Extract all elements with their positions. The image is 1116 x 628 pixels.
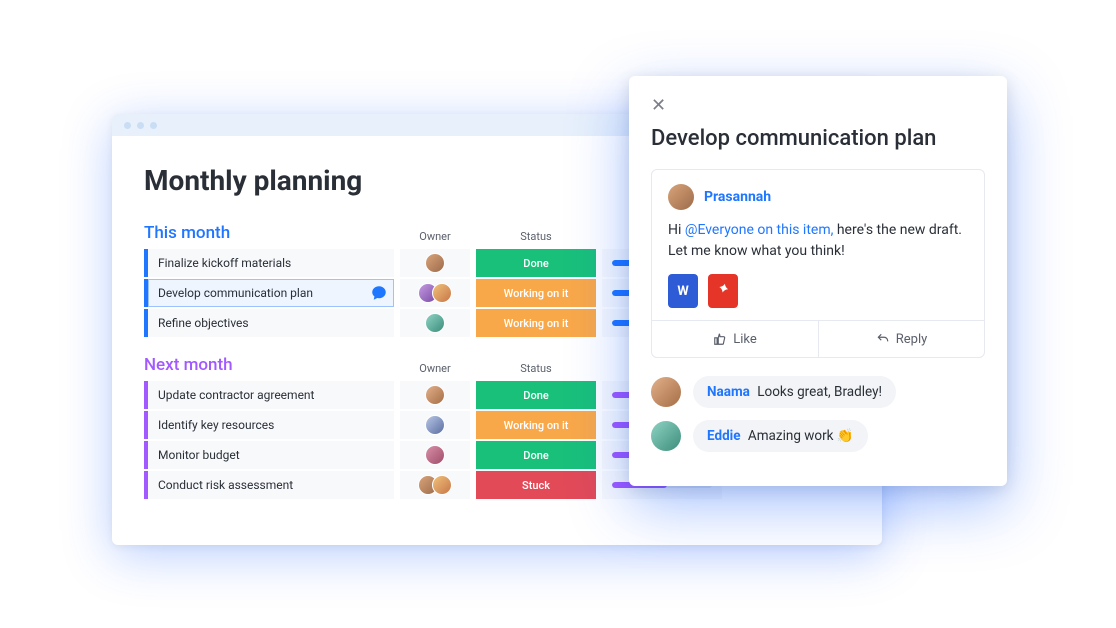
reply-author[interactable]: Eddie [707, 428, 741, 444]
owner-cell[interactable] [400, 381, 470, 409]
column-header-status: Status [476, 362, 596, 375]
avatar[interactable] [432, 475, 452, 495]
task-name: Identify key resources [158, 418, 274, 432]
window-control-dot[interactable] [137, 122, 144, 129]
task-name: Refine objectives [158, 316, 249, 330]
owner-cell[interactable] [400, 309, 470, 337]
close-icon[interactable]: ✕ [651, 95, 666, 116]
avatar[interactable] [425, 253, 445, 273]
thumbs-up-icon [713, 332, 727, 346]
pdf-doc-icon[interactable] [708, 274, 738, 308]
group-title[interactable]: Next month [144, 355, 394, 375]
comment-text: Hi @Everyone on this item, here's the ne… [668, 220, 968, 262]
task-name: Finalize kickoff materials [158, 256, 291, 270]
reply-row: Eddie Amazing work 👏 [651, 420, 985, 452]
reply-arrow-icon [876, 332, 890, 346]
status-cell[interactable]: Working on it [476, 279, 596, 307]
like-button[interactable]: Like [652, 321, 818, 357]
comment-author[interactable]: Prasannah [704, 189, 771, 205]
avatar[interactable] [425, 385, 445, 405]
status-cell[interactable]: Working on it [476, 309, 596, 337]
owner-cell[interactable] [400, 279, 470, 307]
avatar[interactable] [651, 377, 681, 407]
status-cell[interactable]: Done [476, 381, 596, 409]
status-cell[interactable]: Stuck [476, 471, 596, 499]
reply-text: Looks great, Bradley! [754, 384, 882, 400]
avatar[interactable] [651, 421, 681, 451]
item-detail-panel: ✕ Develop communication plan Prasannah H… [629, 76, 1007, 486]
comment-card: Prasannah Hi @Everyone on this item, her… [651, 169, 985, 358]
task-name-cell[interactable]: Conduct risk assessment [144, 471, 394, 499]
column-header-status: Status [476, 230, 596, 243]
task-name: Conduct risk assessment [158, 478, 293, 492]
avatar[interactable] [425, 313, 445, 333]
status-cell[interactable]: Done [476, 249, 596, 277]
reply-author[interactable]: Naama [707, 384, 750, 400]
avatar[interactable] [668, 184, 694, 210]
task-name-cell[interactable]: Update contractor agreement [144, 381, 394, 409]
owner-cell[interactable] [400, 411, 470, 439]
reply-text: Amazing work 👏 [745, 428, 854, 444]
column-header-owner: Owner [400, 362, 470, 375]
reply-bubble[interactable]: Naama Looks great, Bradley! [693, 376, 896, 408]
owner-cell[interactable] [400, 249, 470, 277]
group-title[interactable]: This month [144, 223, 394, 243]
task-name: Develop communication plan [158, 286, 313, 300]
window-control-dot[interactable] [150, 122, 157, 129]
conversation-icon[interactable] [370, 284, 388, 302]
task-name: Update contractor agreement [158, 388, 314, 402]
reply-bubble[interactable]: Eddie Amazing work 👏 [693, 420, 868, 452]
panel-title: Develop communication plan [651, 126, 985, 151]
reply-button[interactable]: Reply [818, 321, 984, 357]
status-cell[interactable]: Working on it [476, 411, 596, 439]
avatar[interactable] [432, 283, 452, 303]
word-doc-icon[interactable]: W [668, 274, 698, 308]
task-name-cell[interactable]: Refine objectives [144, 309, 394, 337]
owner-cell[interactable] [400, 441, 470, 469]
avatar[interactable] [425, 445, 445, 465]
task-name: Monitor budget [158, 448, 240, 462]
mention-link[interactable]: @Everyone on this item, [685, 222, 834, 238]
task-name-cell[interactable]: Develop communication plan [144, 279, 394, 307]
task-name-cell[interactable]: Identify key resources [144, 411, 394, 439]
task-name-cell[interactable]: Finalize kickoff materials [144, 249, 394, 277]
reply-row: Naama Looks great, Bradley! [651, 376, 985, 408]
owner-cell[interactable] [400, 471, 470, 499]
status-cell[interactable]: Done [476, 441, 596, 469]
window-control-dot[interactable] [124, 122, 131, 129]
task-name-cell[interactable]: Monitor budget [144, 441, 394, 469]
column-header-owner: Owner [400, 230, 470, 243]
avatar[interactable] [425, 415, 445, 435]
